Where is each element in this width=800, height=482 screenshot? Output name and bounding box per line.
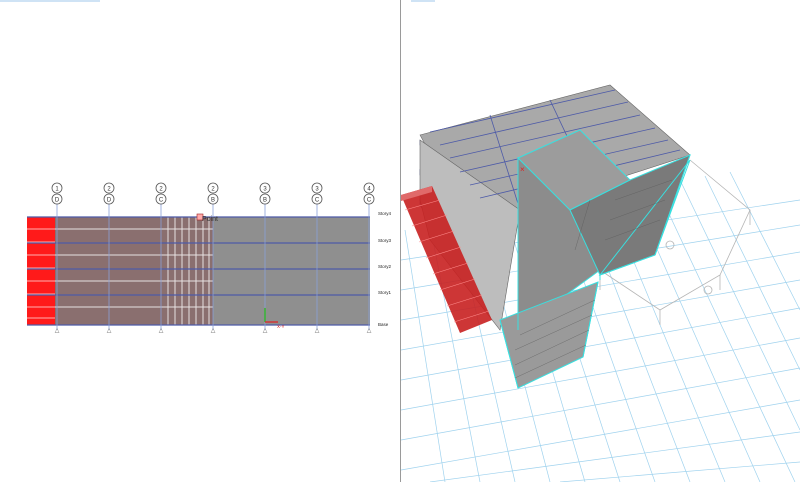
grid-bubble-bottom-label: D <box>107 198 112 204</box>
grid-bubble-3[interactable]: 2 C <box>155 182 167 205</box>
base-supports: △ △ △ △ △ △ △ <box>55 328 372 334</box>
cursor-tooltip: Point <box>202 216 218 223</box>
grid-bubble-2[interactable]: 2 D <box>103 182 115 205</box>
story-label: Story3 <box>378 238 392 243</box>
model-3d-canvas[interactable]: × <box>401 0 800 482</box>
svg-text:△: △ <box>211 328 216 334</box>
model-3d-view-pane[interactable]: × <box>401 0 800 482</box>
elevation-view-pane[interactable]: △ △ △ △ △ △ △ 1 D 2 D 2 C 2 B 3 B 3 C 4 … <box>0 0 400 482</box>
svg-text:△: △ <box>107 328 112 334</box>
story-label: Story2 <box>378 264 392 269</box>
wall-panel <box>213 217 370 325</box>
grid-bubble-5[interactable]: 3 B <box>259 182 271 205</box>
story-label: Story4 <box>378 211 392 216</box>
svg-text:△: △ <box>159 328 164 334</box>
grid-bubble-bottom-label: C <box>159 198 164 204</box>
grid-bubble-bottom-label: B <box>211 198 215 204</box>
svg-text:△: △ <box>55 328 60 334</box>
origin-marker-icon: × <box>520 165 525 174</box>
svg-text:△: △ <box>315 328 320 334</box>
lateral-load-bars <box>27 217 55 325</box>
grid-bubble-4[interactable]: 2 B <box>207 182 219 205</box>
grid-bubble-1[interactable]: 1 D <box>51 182 63 205</box>
grid-bubble-bottom-label: C <box>315 198 320 204</box>
grid-bubble-bottom-label: C <box>367 198 372 204</box>
grid-bubble-bottom-label: B <box>263 198 267 204</box>
story-label: Base <box>378 322 389 327</box>
axis-label: X-Y <box>277 324 285 329</box>
grid-bubble-bottom-label: D <box>55 198 60 204</box>
svg-text:△: △ <box>263 328 268 334</box>
elevation-canvas[interactable]: △ △ △ △ △ △ △ 1 D 2 D 2 C 2 B 3 B 3 C 4 … <box>0 0 400 482</box>
story-label: Story1 <box>378 290 392 295</box>
grid-bubble-7[interactable]: 4 C <box>363 182 375 205</box>
svg-text:△: △ <box>367 328 372 334</box>
grid-bubble-6[interactable]: 3 C <box>311 182 323 205</box>
